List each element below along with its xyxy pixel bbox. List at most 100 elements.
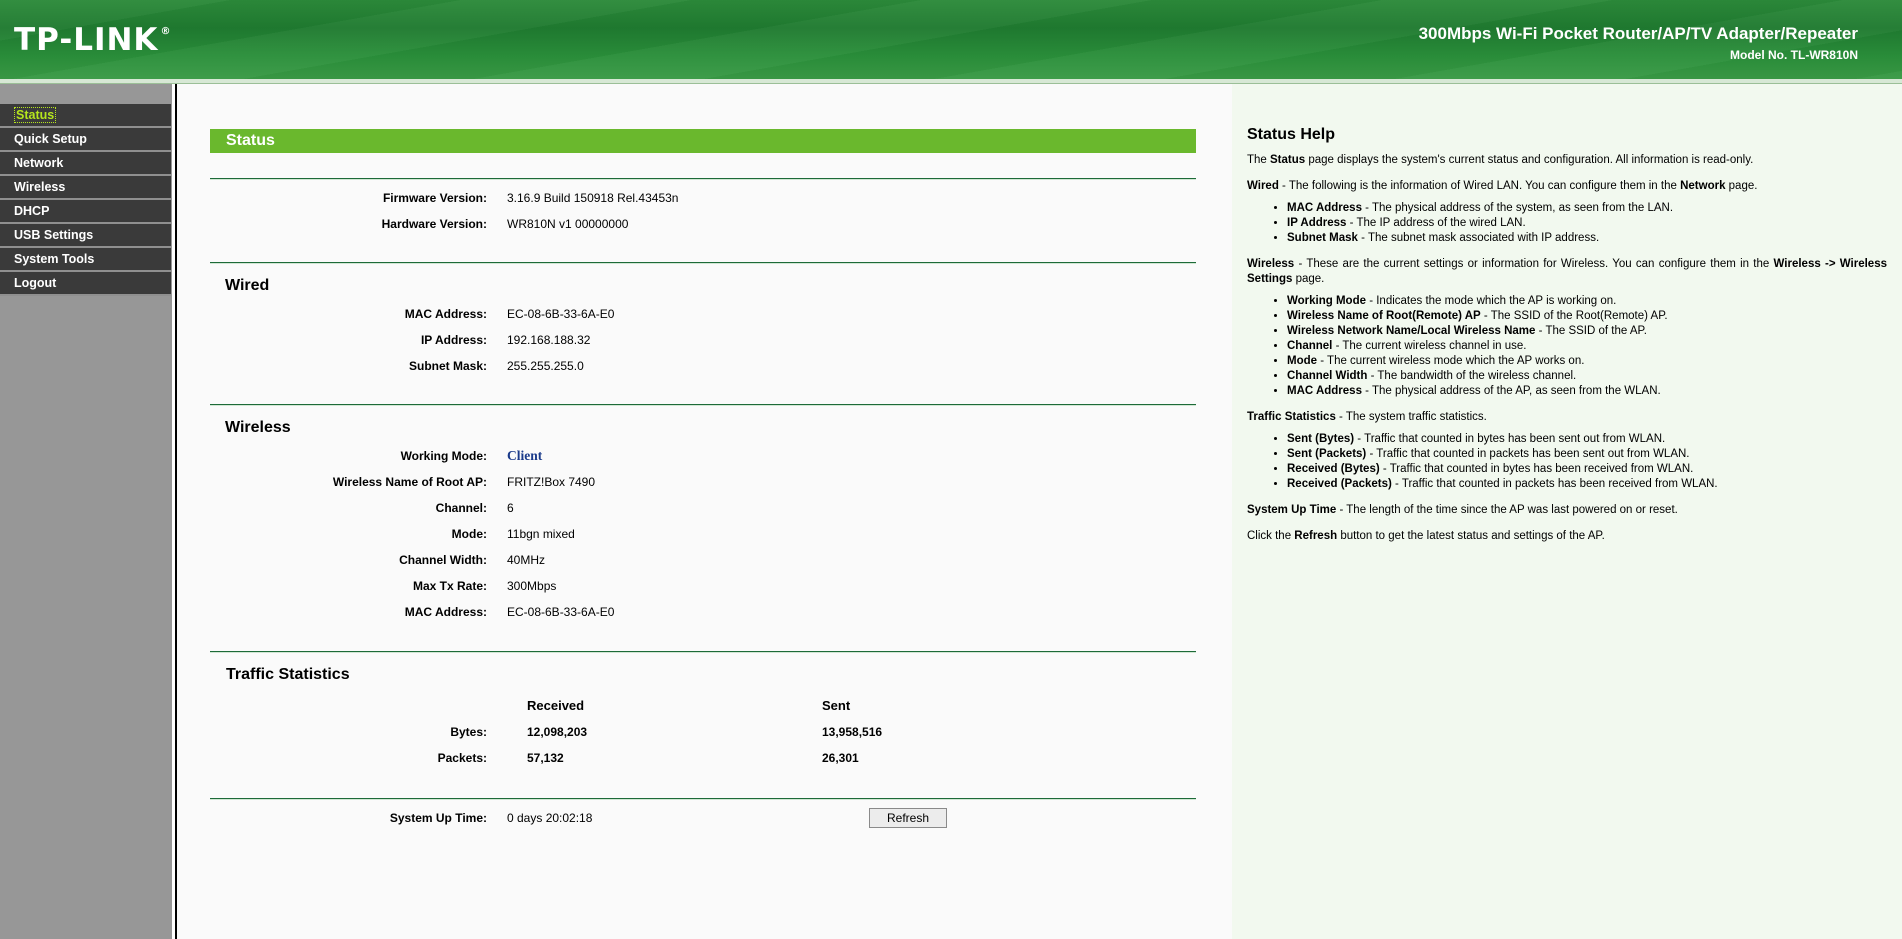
help-panel: Status Help The Status page displays the…	[1232, 84, 1902, 939]
sidebar-item-usb-settings[interactable]: USB Settings	[0, 224, 171, 248]
refresh-button[interactable]: Refresh	[869, 808, 947, 828]
sidebar-item-label: Logout	[14, 276, 57, 290]
sidebar-menu: Status Quick Setup Network Wireless DHCP…	[0, 104, 171, 296]
product-title: 300Mbps Wi-Fi Pocket Router/AP/TV Adapte…	[1418, 24, 1858, 43]
help-text: - Traffic that counted in bytes has been…	[1354, 433, 1666, 445]
model-number: Model No. TL-WR810N	[1730, 48, 1858, 62]
sidebar: Status Quick Setup Network Wireless DHCP…	[0, 84, 172, 939]
wired-section-title: Wired	[225, 277, 270, 294]
help-bold: Status	[1270, 154, 1306, 166]
help-list-item: IP Address - The IP address of the wired…	[1287, 216, 1887, 231]
help-bold: Refresh	[1294, 530, 1338, 542]
help-intro: The Status page displays the system's cu…	[1247, 153, 1887, 168]
uptime-label: System Up Time:	[389, 811, 487, 825]
section-divider	[210, 404, 1196, 406]
section-divider	[210, 798, 1196, 800]
help-list-item: Wireless Network Name/Local Wireless Nam…	[1287, 324, 1887, 339]
help-text: - The current wireless mode which the AP…	[1317, 355, 1585, 367]
logo-registered-mark: ®	[160, 26, 172, 37]
help-text: Click the	[1247, 530, 1295, 542]
sidebar-item-label: Quick Setup	[14, 132, 87, 146]
firmware-value: 3.16.9 Build 150918 Rel.43453n	[507, 191, 679, 205]
help-list-item: Channel Width - The bandwidth of the wir…	[1287, 369, 1887, 384]
sidebar-item-network[interactable]: Network	[0, 152, 171, 176]
help-text: - The system traffic statistics.	[1335, 411, 1487, 423]
help-bold: Working Mode	[1287, 295, 1367, 307]
help-traffic: Traffic Statistics - The system traffic …	[1247, 410, 1887, 425]
help-wired-list: MAC Address - The physical address of th…	[1247, 201, 1887, 246]
wired-subnet-value: 255.255.255.0	[507, 359, 584, 373]
help-list-item: Sent (Packets) - Traffic that counted in…	[1287, 447, 1887, 462]
help-text: - Traffic that counted in bytes has been…	[1379, 463, 1694, 475]
help-bold: Traffic Statistics	[1247, 411, 1336, 423]
help-wireless-list: Working Mode - Indicates the mode which …	[1247, 294, 1887, 399]
working-mode-label: Working Mode:	[400, 449, 487, 463]
page-title: Status	[210, 129, 1196, 153]
channel-width-value: 40MHz	[507, 553, 546, 567]
sent-column-header: Sent	[822, 698, 851, 713]
sidebar-item-label: USB Settings	[14, 228, 94, 242]
help-text: - The length of the time since the AP wa…	[1336, 504, 1678, 516]
sidebar-item-label: DHCP	[14, 204, 50, 218]
help-text: - The SSID of the Root(Remote) AP.	[1480, 310, 1668, 322]
help-text: - The subnet mask associated with IP add…	[1357, 232, 1600, 244]
help-text: page.	[1725, 180, 1758, 192]
help-bold: Channel	[1287, 340, 1333, 352]
firmware-label: Firmware Version:	[382, 191, 487, 205]
help-list-item: Mode - The current wireless mode which t…	[1287, 354, 1887, 369]
help-list-item: Wireless Name of Root(Remote) AP - The S…	[1287, 309, 1887, 324]
help-text: - The bandwidth of the wireless channel.	[1367, 370, 1577, 382]
help-bold: Subnet Mask	[1287, 232, 1358, 244]
bytes-received-value: 12,098,203	[527, 725, 588, 739]
help-bold: Network	[1680, 180, 1726, 192]
wired-ip-label: IP Address:	[420, 333, 487, 347]
sidebar-item-logout[interactable]: Logout	[0, 272, 171, 296]
root-ap-label: Wireless Name of Root AP:	[332, 475, 487, 489]
packets-received-value: 57,132	[527, 751, 564, 765]
sidebar-item-wireless[interactable]: Wireless	[0, 176, 171, 200]
wireless-mac-value: EC-08-6B-33-6A-E0	[507, 605, 615, 619]
section-divider	[210, 262, 1196, 264]
wireless-section-title: Wireless	[225, 419, 291, 436]
sidebar-item-label: Status	[14, 107, 57, 123]
uptime-value: 0 days 20:02:18	[507, 811, 593, 825]
help-text: - The SSID of the AP.	[1535, 325, 1647, 337]
help-text: page.	[1292, 273, 1325, 285]
help-text: - The following is the information of Wi…	[1278, 180, 1681, 192]
help-text: page displays the system's current statu…	[1305, 154, 1754, 166]
wired-ip-value: 192.168.188.32	[507, 333, 591, 347]
help-bold: Received (Bytes)	[1287, 463, 1380, 475]
help-list-item: MAC Address - The physical address of th…	[1287, 384, 1887, 399]
help-text: - The physical address of the AP, as see…	[1361, 385, 1661, 397]
help-bold: MAC Address	[1287, 202, 1362, 214]
help-uptime: System Up Time - The length of the time …	[1247, 503, 1887, 518]
help-bold: Sent (Bytes)	[1287, 433, 1355, 445]
sidebar-item-quick-setup[interactable]: Quick Setup	[0, 128, 171, 152]
help-list-item: Subnet Mask - The subnet mask associated…	[1287, 231, 1887, 246]
hardware-value: WR810N v1 00000000	[507, 217, 629, 231]
help-content: Status Help The Status page displays the…	[1247, 127, 1887, 555]
help-traffic-list: Sent (Bytes) - Traffic that counted in b…	[1247, 432, 1887, 492]
help-text: - Traffic that counted in packets has be…	[1366, 448, 1690, 460]
help-text: - These are the current settings or info…	[1294, 258, 1774, 270]
packets-sent-value: 26,301	[822, 751, 859, 765]
wired-mac-value: EC-08-6B-33-6A-E0	[507, 307, 615, 321]
logo-text: TP-LINK	[14, 22, 159, 58]
main-content: Status Firmware Version: 3.16.9 Build 15…	[175, 84, 1234, 939]
help-list-item: Sent (Bytes) - Traffic that counted in b…	[1287, 432, 1887, 447]
help-bold: Mode	[1287, 355, 1318, 367]
help-text: The	[1247, 154, 1271, 166]
help-bold: System Up Time	[1247, 504, 1337, 516]
help-bold: Wireless Name of Root(Remote) AP	[1287, 310, 1481, 322]
help-bold: MAC Address	[1287, 385, 1362, 397]
mode-value: 11bgn mixed	[507, 527, 575, 541]
help-bold: Wireless	[1247, 258, 1295, 270]
root-ap-value: FRITZ!Box 7490	[507, 475, 596, 489]
help-text: - The current wireless channel in use.	[1332, 340, 1527, 352]
help-text: button to get the latest status and sett…	[1337, 530, 1605, 542]
channel-width-label: Channel Width:	[399, 553, 487, 567]
sidebar-item-status[interactable]: Status	[0, 104, 171, 128]
help-text: - The physical address of the system, as…	[1361, 202, 1674, 214]
sidebar-item-dhcp[interactable]: DHCP	[0, 200, 171, 224]
sidebar-item-system-tools[interactable]: System Tools	[0, 248, 171, 272]
